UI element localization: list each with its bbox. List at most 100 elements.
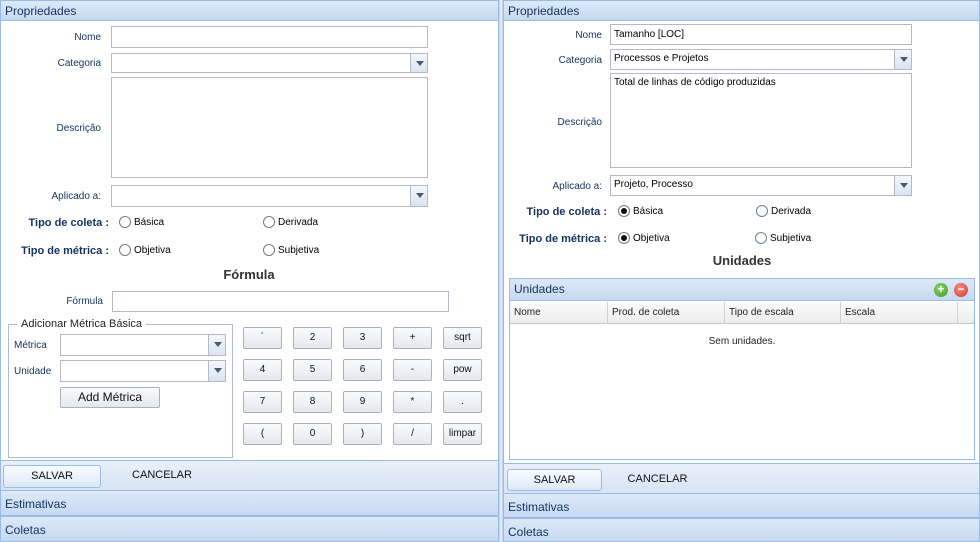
radio-checked-icon [618,205,630,217]
radio-circle-icon [755,232,767,244]
tipo-coleta-label: Tipo de coleta : [28,217,109,229]
aplicado-select[interactable]: Projeto, Processo [610,175,912,196]
add-icon[interactable]: + [934,283,948,297]
nome-label: Nome [575,30,602,41]
metrica-label: Métrica [14,340,47,351]
chevron-down-icon[interactable] [894,176,911,195]
coletas-header[interactable]: Coletas [1,516,498,542]
grid-column-headers: Nome Prod. de coleta Tipo de escala Esca… [510,302,974,324]
radio-subjetiva[interactable]: Subjetiva [263,244,319,258]
right-properties-panel: Propriedades Nome Tamanho [LOC] Categori… [503,0,980,542]
calc-key-button[interactable]: pow [443,359,482,381]
properties-header[interactable]: Propriedades [504,1,979,21]
calc-key-button[interactable]: ( [243,423,282,445]
calc-key-button[interactable]: limpar [443,423,482,445]
empty-grid-message: Sem unidades. [708,336,776,347]
radio-derivada[interactable]: Derivada [263,216,318,230]
calc-key-button[interactable]: 3 [343,327,382,349]
calc-key-button[interactable]: 8 [293,391,332,413]
save-button[interactable]: SALVAR [3,465,101,488]
column-header-tipo-escala[interactable]: Tipo de escala [725,302,841,324]
nome-label: Nome [74,32,101,43]
unidades-title: Unidades [712,253,772,268]
adicionar-metrica-fieldset: Adicionar Métrica Básica Métrica Unidade… [8,318,233,458]
aplicado-label: Aplicado a: [552,181,602,192]
unidades-grid: Unidades + − Nome Prod. de coleta Tipo d… [509,278,975,460]
categoria-label: Categoria [558,55,602,66]
calc-key-button[interactable]: ) [343,423,382,445]
radio-circle-icon [263,216,275,228]
chevron-down-icon[interactable] [208,361,225,381]
aplicado-select[interactable] [111,185,428,207]
column-header-prod-coleta[interactable]: Prod. de coleta [608,302,725,324]
metrica-select[interactable] [60,334,226,356]
formula-title: Fórmula [223,267,275,282]
descricao-textarea[interactable]: Total de linhas de código produzidas [610,73,912,168]
add-metrica-button[interactable]: Add Métrica [60,387,160,408]
calc-key-button[interactable]: . [443,391,482,413]
save-button[interactable]: SALVAR [507,469,602,491]
tipo-coleta-label: Tipo de coleta : [526,206,607,218]
coletas-header[interactable]: Coletas [504,518,979,542]
calc-key-button[interactable]: ´ [243,327,282,349]
calc-key-button[interactable]: 4 [243,359,282,381]
estimativas-header[interactable]: Estimativas [1,490,498,516]
aplicado-label: Aplicado a: [51,191,101,202]
column-header-nome[interactable]: Nome [510,302,608,324]
column-header-escala[interactable]: Escala [841,302,958,324]
radio-checked-icon [618,232,630,244]
chevron-down-icon[interactable] [208,335,225,355]
calc-key-button[interactable]: 0 [293,423,332,445]
left-properties-panel: Propriedades Nome Categoria Descrição Ap… [0,0,499,542]
radio-subjetiva-label: Subjetiva [770,233,812,244]
calc-key-button[interactable]: 2 [293,327,332,349]
cancel-button[interactable]: CANCELAR [113,465,211,488]
descricao-textarea[interactable] [111,77,428,178]
calc-key-button[interactable]: 9 [343,391,382,413]
left-action-bar: SALVAR CANCELAR [1,460,498,490]
unidade-label: Unidade [14,366,52,377]
calc-key-button[interactable]: + [393,327,432,349]
unidade-select[interactable] [60,360,226,382]
formula-label: Fórmula [66,296,103,307]
calc-key-button[interactable]: 6 [343,359,382,381]
descricao-label: Descrição [56,123,101,134]
radio-subjetiva-label: Subjetiva [278,245,320,256]
radio-objetiva-label: Objetiva [633,233,670,244]
formula-input[interactable] [112,291,449,312]
radio-objetiva[interactable]: Objetiva [618,232,670,246]
properties-header[interactable]: Propriedades [1,1,498,21]
radio-derivada-label: Derivada [771,206,812,217]
radio-subjetiva[interactable]: Subjetiva [755,232,811,246]
radio-circle-icon [119,216,131,228]
chevron-down-icon[interactable] [410,186,427,206]
radio-derivada[interactable]: Derivada [756,205,811,219]
aplicado-value: Projeto, Processo [614,179,693,190]
cancel-button[interactable]: CANCELAR [610,469,705,491]
tipo-metrica-label: Tipo de métrica : [21,245,109,257]
radio-derivada-label: Derivada [278,217,319,228]
calc-key-button[interactable]: 5 [293,359,332,381]
categoria-label: Categoria [57,58,101,69]
nome-input[interactable]: Tamanho [LOC] [610,24,912,45]
radio-basica-label: Básica [134,217,165,228]
calc-key-button[interactable]: - [393,359,432,381]
categoria-select[interactable]: Processos e Projetos [610,49,912,70]
radio-objetiva[interactable]: Objetiva [119,244,171,258]
calc-key-button[interactable]: * [393,391,432,413]
nome-input[interactable] [111,26,428,48]
chevron-down-icon[interactable] [894,50,911,69]
right-action-bar: SALVAR CANCELAR [504,463,979,493]
calc-key-button[interactable]: 7 [243,391,282,413]
radio-basica[interactable]: Básica [618,205,663,219]
estimativas-header[interactable]: Estimativas [504,493,979,518]
calc-key-button[interactable]: sqrt [443,327,482,349]
remove-icon[interactable]: − [954,283,968,297]
radio-basica[interactable]: Básica [119,216,164,230]
unidades-grid-title: Unidades [514,282,565,296]
chevron-down-icon[interactable] [410,54,427,72]
radio-objetiva-label: Objetiva [134,245,171,256]
categoria-select[interactable] [111,53,428,73]
radio-circle-icon [756,205,768,217]
calc-key-button[interactable]: / [393,423,432,445]
